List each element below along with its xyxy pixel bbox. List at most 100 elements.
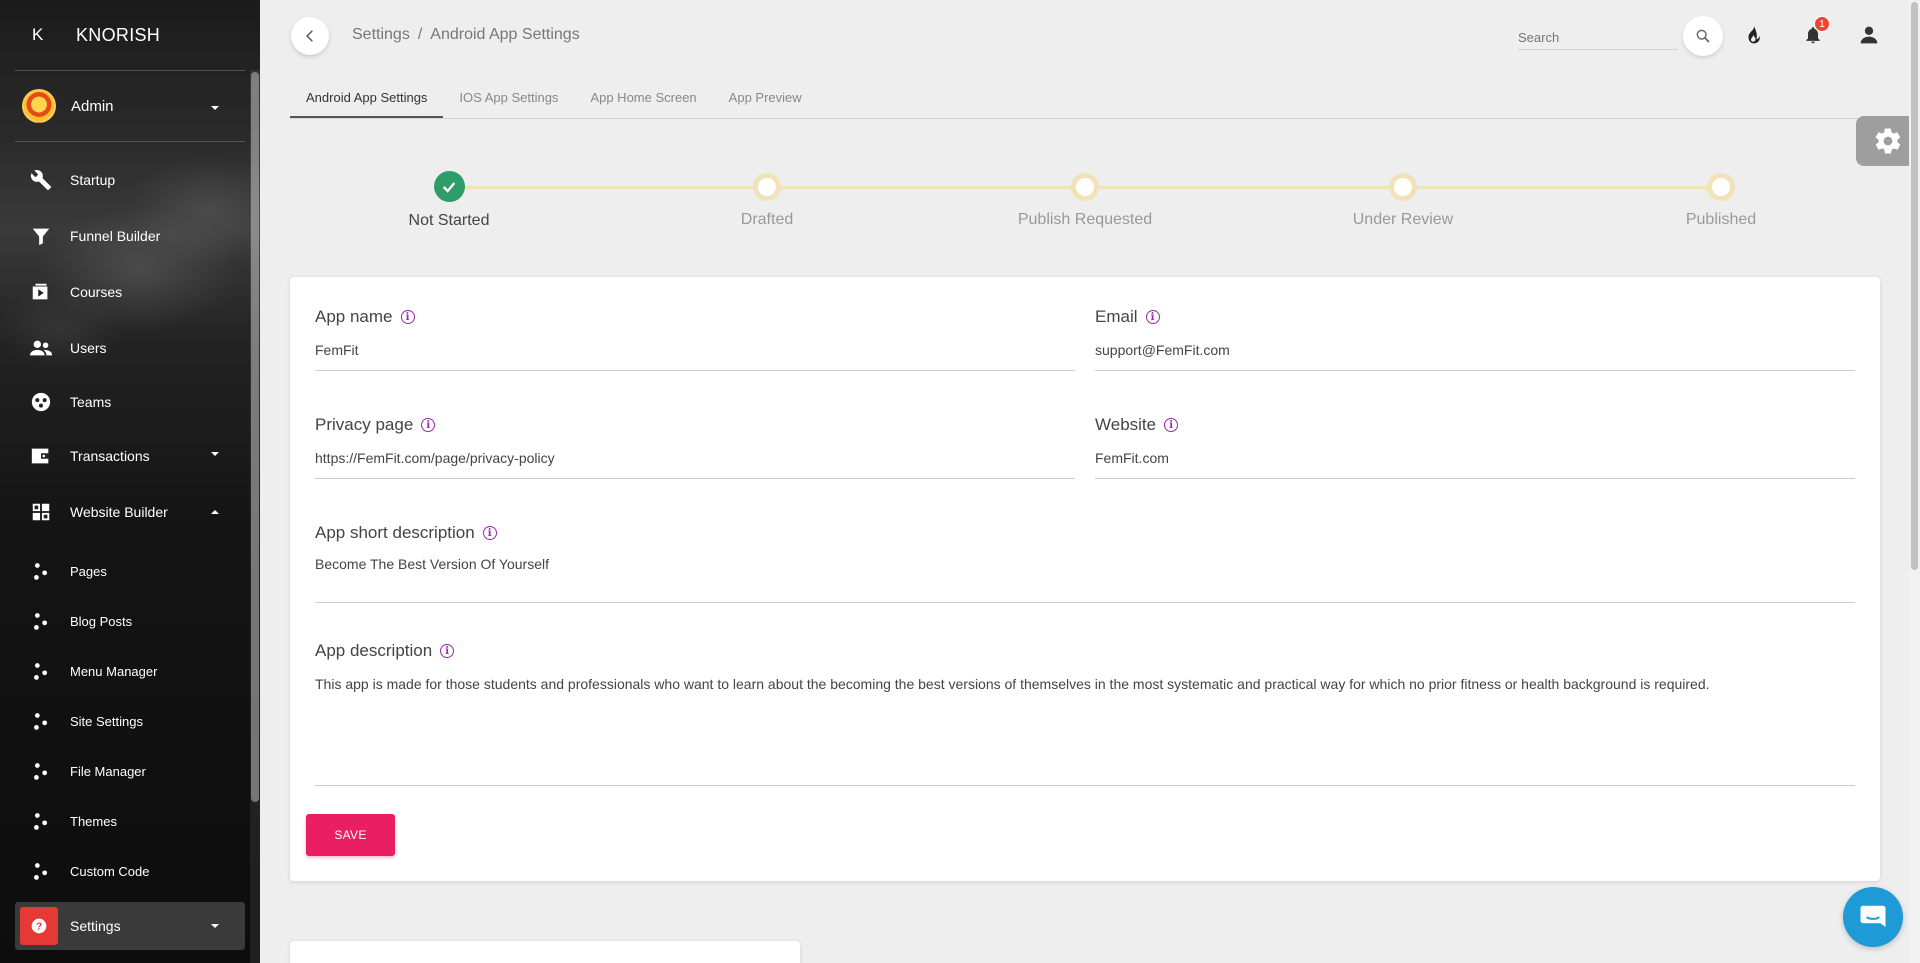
app-name-input[interactable]: FemFit	[315, 342, 1075, 371]
app-settings-form: App name i FemFit Email i support@FemFit.c…	[290, 277, 1880, 881]
sidebar-subitem-label: File Manager	[70, 763, 146, 779]
chat-button[interactable]	[1843, 887, 1903, 947]
field-label: App name i	[315, 307, 1075, 327]
dots-icon	[30, 660, 52, 682]
dots-icon	[30, 710, 52, 732]
email-label: Email	[1095, 307, 1138, 326]
sidebar-item-website-builder[interactable]: Website Builder	[0, 484, 260, 540]
short-description-input[interactable]: Become The Best Version Of Yourself	[315, 556, 1855, 603]
notifications-button[interactable]: 1	[1800, 16, 1830, 48]
step-marker	[1071, 173, 1099, 201]
sidebar-item-users[interactable]: Users	[0, 320, 260, 376]
chevron-down-icon	[211, 106, 219, 110]
profile-button[interactable]	[1856, 22, 1882, 48]
app-name-label: App name	[315, 307, 393, 326]
chevron-down-icon	[211, 452, 219, 456]
step-marker	[1707, 173, 1735, 201]
sidebar-item-teams[interactable]: Teams	[0, 376, 260, 428]
sidebar-item-label: Settings	[70, 918, 121, 934]
user-menu[interactable]: Admin	[0, 71, 260, 141]
tab-app-home-screen[interactable]: App Home Screen	[574, 85, 712, 118]
wallet-icon	[30, 445, 52, 467]
step-done-marker	[433, 171, 465, 202]
step-label: Under Review	[1352, 211, 1454, 228]
dashboard-icon	[30, 501, 52, 523]
sidebar-subitem-custom-code[interactable]: Custom Code	[0, 846, 260, 896]
sidebar-item-startup[interactable]: Startup	[0, 152, 260, 208]
sidebar-subitem-blog-posts[interactable]: Blog Posts	[0, 596, 260, 646]
sidebar-subitem-file-manager[interactable]: File Manager	[0, 746, 260, 796]
dots-icon	[30, 810, 52, 832]
page-scrollbar-thumb[interactable]	[1911, 2, 1918, 570]
sidebar: K KNORISH Admin Startup Funnel Builder C…	[0, 0, 260, 963]
email-field: Email i support@FemFit.com	[1095, 307, 1855, 371]
search-input[interactable]	[1518, 22, 1678, 50]
breadcrumb-current: Android App Settings	[430, 26, 580, 43]
step-not-started: Not Started	[349, 168, 549, 230]
field-label: App short description i	[315, 523, 1855, 543]
sidebar-subitem-menu-manager[interactable]: Menu Manager	[0, 646, 260, 696]
short-description-label: App short description	[315, 523, 475, 542]
dots-icon	[30, 560, 52, 582]
fire-icon	[1748, 25, 1760, 44]
email-input[interactable]: support@FemFit.com	[1095, 342, 1855, 371]
sidebar-item-label: Website Builder	[70, 504, 168, 520]
description-label: App description	[315, 641, 433, 660]
help-icon: ?	[20, 907, 58, 945]
step-label: Drafted	[740, 211, 794, 228]
field-label: Website i	[1095, 415, 1855, 435]
sidebar-subitem-site-settings[interactable]: Site Settings	[0, 696, 260, 746]
sidebar-subitem-label: Themes	[70, 813, 117, 829]
page-scrollbar[interactable]	[1909, 0, 1920, 963]
breadcrumb: Settings / Android App Settings	[352, 26, 580, 44]
sidebar-subitem-label: Blog Posts	[70, 613, 133, 629]
info-icon[interactable]: i	[482, 526, 497, 540]
info-icon[interactable]: i	[421, 418, 436, 432]
field-label: Email i	[1095, 307, 1855, 327]
sidebar-item-courses[interactable]: Courses	[0, 264, 260, 320]
description-field: App description i This app is made for th…	[315, 641, 1855, 786]
sidebar-item-transactions[interactable]: Transactions	[0, 428, 260, 484]
chevron-down-icon	[211, 924, 219, 928]
secondary-card	[290, 941, 800, 963]
save-button[interactable]: SAVE	[306, 814, 395, 856]
info-icon[interactable]: i	[1145, 310, 1160, 324]
privacy-page-label: Privacy page	[315, 415, 414, 434]
step-label: Published	[1685, 211, 1757, 228]
search-button[interactable]	[1683, 16, 1723, 56]
sidebar-item-settings[interactable]: ? Settings	[15, 902, 245, 950]
breadcrumb-root[interactable]: Settings	[352, 26, 410, 43]
info-icon[interactable]: i	[400, 310, 415, 324]
sidebar-item-funnel-builder[interactable]: Funnel Builder	[0, 208, 260, 264]
step-drafted: Drafted	[667, 168, 867, 229]
svg-text:?: ?	[36, 921, 42, 932]
info-icon[interactable]: i	[440, 644, 455, 658]
sidebar-item-label: Startup	[70, 172, 116, 188]
tab-app-preview[interactable]: App Preview	[713, 85, 818, 118]
fire-button[interactable]	[1740, 22, 1766, 48]
sidebar-item-label: Transactions	[70, 448, 150, 464]
sidebar-subitem-themes[interactable]: Themes	[0, 796, 260, 846]
tab-android-app-settings[interactable]: Android App Settings	[290, 85, 444, 118]
sidebar-subitem-label: Site Settings	[70, 713, 143, 729]
filter-icon	[30, 225, 52, 247]
sidebar-divider	[15, 141, 245, 142]
description-input[interactable]: This app is made for those students and …	[315, 675, 1855, 786]
website-input[interactable]: FemFit.com	[1095, 450, 1855, 479]
info-icon[interactable]: i	[1164, 418, 1179, 432]
breadcrumb-separator: /	[417, 26, 423, 43]
back-button[interactable]	[291, 17, 329, 55]
person-icon	[1860, 26, 1878, 44]
chevron-up-icon	[211, 510, 219, 514]
sidebar-subitem-pages[interactable]: Pages	[0, 546, 260, 596]
field-label: Privacy page i	[315, 415, 1075, 435]
privacy-page-input[interactable]: https://FemFit.com/page/privacy-policy	[315, 450, 1075, 479]
wrench-icon	[30, 169, 52, 191]
step-marker	[1389, 173, 1417, 201]
app-name-field: App name i FemFit	[315, 307, 1075, 371]
tab-ios-app-settings[interactable]: IOS App Settings	[443, 85, 574, 118]
settings-tabs: Android App Settings IOS App Settings Ap…	[290, 85, 1880, 119]
step-publish-requested: Publish Requested	[985, 168, 1185, 229]
brand[interactable]: K KNORISH	[0, 0, 260, 70]
step-published: Published	[1621, 168, 1821, 229]
